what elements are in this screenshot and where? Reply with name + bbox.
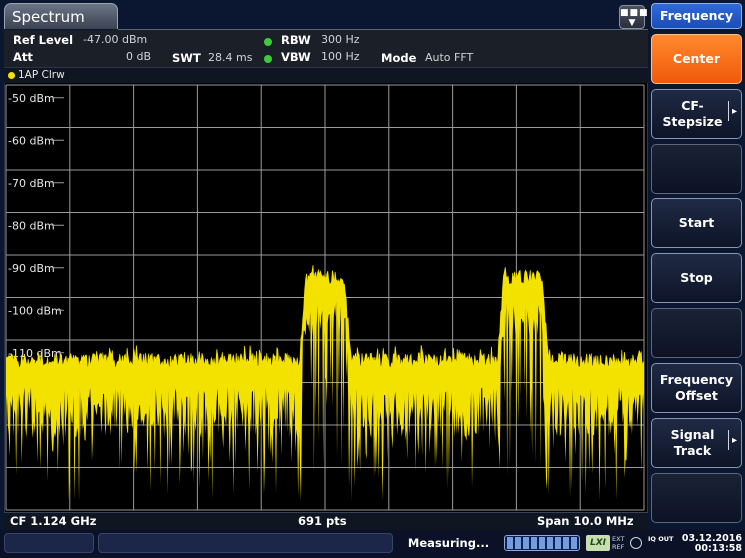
softkey-empty-2 bbox=[651, 308, 742, 358]
swt-label: SWT bbox=[172, 51, 201, 65]
measurement-settings: Ref Level -47.00 dBm Att 0 dB SWT 28.4 m… bbox=[4, 30, 648, 67]
softkey-frequency-offset-label-1: Frequency bbox=[659, 372, 734, 387]
softkey-frequency-offset[interactable]: Frequency Offset bbox=[651, 363, 742, 413]
ref-level-value: -47.00 dBm bbox=[83, 33, 148, 46]
y-tick-label: -90 dBm bbox=[8, 262, 55, 275]
ext-ref-icon bbox=[630, 537, 642, 549]
frequency-span: Span 10.0 MHz bbox=[537, 514, 634, 528]
y-tick-label: -50 dBm bbox=[8, 92, 55, 105]
progress-segment bbox=[507, 537, 513, 549]
y-tick-label: -100 dBm bbox=[8, 304, 62, 317]
mode-label: Mode bbox=[381, 51, 417, 65]
y-tick-label: -70 dBm bbox=[8, 177, 55, 190]
progress-segment bbox=[563, 537, 569, 549]
submenu-divider bbox=[728, 430, 729, 450]
mode-value: Auto FFT bbox=[425, 51, 474, 64]
sweep-progress-bar bbox=[504, 535, 580, 551]
trace-color-dot bbox=[8, 72, 15, 79]
softkey-menu-title: Frequency bbox=[651, 3, 742, 29]
rbw-value: 300 Hz bbox=[321, 33, 360, 46]
chevron-down-icon: ▼ bbox=[628, 18, 636, 28]
softkey-start[interactable]: Start bbox=[651, 198, 742, 248]
chevron-right-icon: ▸ bbox=[731, 106, 737, 117]
tab-spectrum[interactable]: Spectrum bbox=[4, 3, 118, 29]
att-value: 0 dB bbox=[126, 50, 152, 63]
softkey-stop-label: Stop bbox=[680, 270, 713, 285]
menu-dropdown-button[interactable]: ■■■ ▼ bbox=[619, 5, 649, 29]
y-axis-labels: -50 dBm -60 dBm -70 dBm -80 dBm -90 dBm -100 … bbox=[8, 92, 64, 360]
chevron-right-icon: ▸ bbox=[731, 435, 737, 446]
softkey-frequency-offset-label-2: Offset bbox=[675, 388, 718, 403]
ext-ref-indicator: EXT REF bbox=[612, 535, 625, 551]
progress-segment bbox=[523, 537, 529, 549]
progress-segment bbox=[515, 537, 521, 549]
time-value: 00:13:58 bbox=[694, 543, 742, 554]
vbw-coupled-indicator bbox=[264, 55, 272, 63]
rbw-coupled-indicator bbox=[264, 38, 272, 46]
iq-out-indicator: IQ OUT bbox=[648, 535, 674, 543]
swt-value: 28.4 ms bbox=[208, 51, 253, 64]
vbw-value: 100 Hz bbox=[321, 50, 360, 63]
sweep-points: 691 pts bbox=[298, 514, 347, 528]
trace-label-row: 1AP Clrw bbox=[4, 67, 648, 84]
softkey-empty-3 bbox=[651, 473, 742, 523]
vbw-label: VBW bbox=[281, 50, 311, 64]
softkey-center-label: Center bbox=[672, 51, 721, 66]
softkey-signal-track-label-2: Track bbox=[673, 443, 712, 458]
date-time: 03.12.2016 00:13:58 bbox=[676, 534, 742, 554]
lxi-logo: LXI bbox=[586, 535, 610, 551]
softkey-cf-stepsize-label-1: CF- bbox=[681, 98, 704, 113]
softkey-signal-track[interactable]: Signal Track ▸ bbox=[651, 418, 742, 468]
y-tick-label: -80 dBm bbox=[8, 219, 55, 232]
softkey-start-label: Start bbox=[678, 215, 715, 230]
y-tick-label: -60 dBm bbox=[8, 134, 55, 147]
softkey-cf-stepsize-label-2: Stepsize bbox=[662, 114, 723, 129]
softkey-stop[interactable]: Stop bbox=[651, 253, 742, 303]
progress-segment bbox=[539, 537, 545, 549]
status-segment-1 bbox=[4, 533, 94, 553]
progress-segment bbox=[571, 537, 577, 549]
progress-segment bbox=[555, 537, 561, 549]
softkey-signal-track-label-1: Signal bbox=[670, 427, 715, 442]
spectrum-plot[interactable]: -50 dBm -60 dBm -70 dBm -80 dBm -90 dBm -100 … bbox=[4, 83, 648, 512]
rbw-label: RBW bbox=[281, 33, 311, 47]
softkey-empty-1 bbox=[651, 144, 742, 194]
progress-segment bbox=[531, 537, 537, 549]
center-frequency: CF 1.124 GHz bbox=[10, 514, 97, 528]
att-label: Att bbox=[13, 50, 33, 64]
plot-footer: CF 1.124 GHz 691 pts Span 10.0 MHz bbox=[4, 512, 648, 530]
ref-level-label: Ref Level bbox=[13, 33, 74, 47]
status-segment-2 bbox=[98, 533, 393, 553]
grid-icon: ■■■ bbox=[620, 8, 649, 18]
progress-segment bbox=[547, 537, 553, 549]
softkey-cf-stepsize[interactable]: CF- Stepsize ▸ bbox=[651, 89, 742, 139]
softkey-center[interactable]: Center bbox=[651, 34, 742, 84]
trace-label: 1AP Clrw bbox=[18, 69, 65, 81]
measuring-status: Measuring... bbox=[407, 536, 490, 550]
submenu-divider bbox=[728, 101, 729, 121]
